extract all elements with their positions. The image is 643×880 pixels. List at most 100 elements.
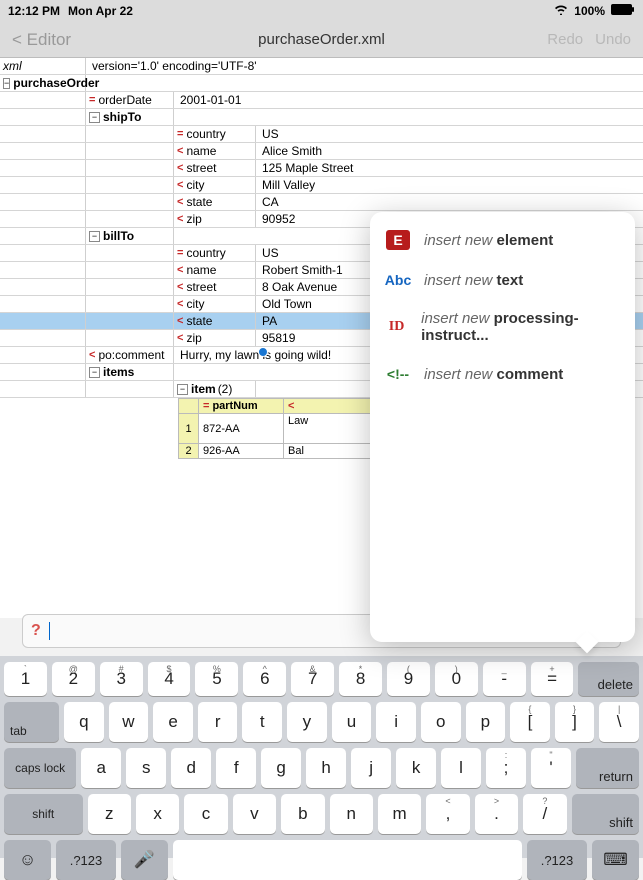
partnum-cell[interactable]: 872-AA [199,414,284,444]
key-punct[interactable]: ?/ [523,794,566,834]
shipto-city[interactable]: <city [174,177,256,193]
key-u[interactable]: u [332,702,372,742]
key-2[interactable]: @2 [52,662,95,696]
billto-node[interactable]: −billTo [86,228,174,244]
shipto-state[interactable]: <state [174,194,256,210]
key-9[interactable]: (9 [387,662,430,696]
root-node[interactable]: −purchaseOrder [0,75,86,91]
key-f[interactable]: f [216,748,256,788]
insert-pi[interactable]: ID insert new processing-instruct... [370,300,635,354]
collapse-icon[interactable]: − [89,367,100,378]
key-w[interactable]: w [109,702,149,742]
key-q[interactable]: q [64,702,104,742]
key-4[interactable]: $4 [148,662,191,696]
key-g[interactable]: g [261,748,301,788]
key-punct[interactable]: >. [475,794,518,834]
key-d[interactable]: d [171,748,211,788]
key-mic[interactable]: 🎤 [121,840,168,880]
back-button[interactable]: < Editor [12,30,71,50]
orderdate-value[interactable]: 2001-01-01 [174,92,643,108]
key-7[interactable]: &7 [291,662,334,696]
key--[interactable]: _- [483,662,526,696]
orderdate-attr[interactable]: =orderDate [86,92,174,108]
partnum-header[interactable]: =partNum [199,399,284,414]
key-punct[interactable]: :; [486,748,526,788]
key-e[interactable]: e [153,702,193,742]
desc-cell[interactable]: Law [284,414,384,444]
shipto-zip[interactable]: <zip [174,211,256,227]
collapse-icon[interactable]: − [177,384,188,395]
collapse-icon[interactable]: − [89,112,100,123]
key-h[interactable]: h [306,748,346,788]
key-c[interactable]: c [184,794,227,834]
key-v[interactable]: v [233,794,276,834]
insert-comment[interactable]: <!-- insert new comment [370,354,635,394]
selection-handle[interactable] [258,347,268,357]
item-node[interactable]: −item(2) [174,381,256,397]
key-space[interactable] [173,840,522,880]
desc-header[interactable]: < [284,399,384,414]
key-capslock[interactable]: caps lock [4,748,76,788]
key-shift-right[interactable]: shift [572,794,639,834]
key-o[interactable]: o [421,702,461,742]
key-s[interactable]: s [126,748,166,788]
desc-cell[interactable]: Bal [284,444,384,459]
key-dismiss[interactable]: ⌨︎ [592,840,639,880]
row-num[interactable]: 2 [179,444,199,459]
key-k[interactable]: k [396,748,436,788]
key-=[interactable]: += [531,662,574,696]
key-0[interactable]: )0 [435,662,478,696]
key-p[interactable]: p [466,702,506,742]
key-b[interactable]: b [281,794,324,834]
key-shift-left[interactable]: shift [4,794,83,834]
insert-element[interactable]: E insert new element [370,220,635,260]
key-a[interactable]: a [81,748,121,788]
key-tab[interactable]: tab [4,702,59,742]
key-3[interactable]: #3 [100,662,143,696]
collapse-icon[interactable]: − [89,231,100,242]
key-return[interactable]: return [576,748,639,788]
redo-button[interactable]: Redo [547,31,583,48]
collapse-icon[interactable]: − [3,78,10,89]
billto-zip[interactable]: <zip [174,330,256,346]
key-r[interactable]: r [198,702,238,742]
help-icon[interactable]: ? [31,622,41,640]
key-emoji[interactable]: ☺ [4,840,51,880]
shipto-country[interactable]: =country [174,126,256,142]
comment-node[interactable]: <po:comment [86,347,174,363]
row-num[interactable]: 1 [179,414,199,444]
key-1[interactable]: `1 [4,662,47,696]
key-8[interactable]: *8 [339,662,382,696]
insert-text[interactable]: Abc insert new text [370,260,635,300]
billto-city[interactable]: <city [174,296,256,312]
key-t[interactable]: t [242,702,282,742]
key-y[interactable]: y [287,702,327,742]
undo-button[interactable]: Undo [595,31,631,48]
billto-state[interactable]: <state [174,313,256,329]
key-punct[interactable]: <, [426,794,469,834]
key-alt-left[interactable]: .?123 [56,840,116,880]
key-i[interactable]: i [376,702,416,742]
key-[[interactable]: {[ [510,702,550,742]
xml-decl-value[interactable]: version='1.0' encoding='UTF-8' [86,58,643,74]
key-j[interactable]: j [351,748,391,788]
shipto-node[interactable]: −shipTo [86,109,174,125]
key-\[interactable]: |\ [599,702,639,742]
key-punct[interactable]: "' [531,748,571,788]
xml-decl-label[interactable]: xml [0,58,86,74]
key-alt-right[interactable]: .?123 [527,840,587,880]
shipto-name[interactable]: <name [174,143,256,159]
shipto-street[interactable]: <street [174,160,256,176]
key-][interactable]: }] [555,702,595,742]
key-m[interactable]: m [378,794,421,834]
billto-country[interactable]: =country [174,245,256,261]
items-node[interactable]: −items [86,364,174,380]
billto-name[interactable]: <name [174,262,256,278]
key-x[interactable]: x [136,794,179,834]
billto-street[interactable]: <street [174,279,256,295]
key-5[interactable]: %5 [195,662,238,696]
key-z[interactable]: z [88,794,131,834]
key-6[interactable]: ^6 [243,662,286,696]
key-l[interactable]: l [441,748,481,788]
key-n[interactable]: n [330,794,373,834]
